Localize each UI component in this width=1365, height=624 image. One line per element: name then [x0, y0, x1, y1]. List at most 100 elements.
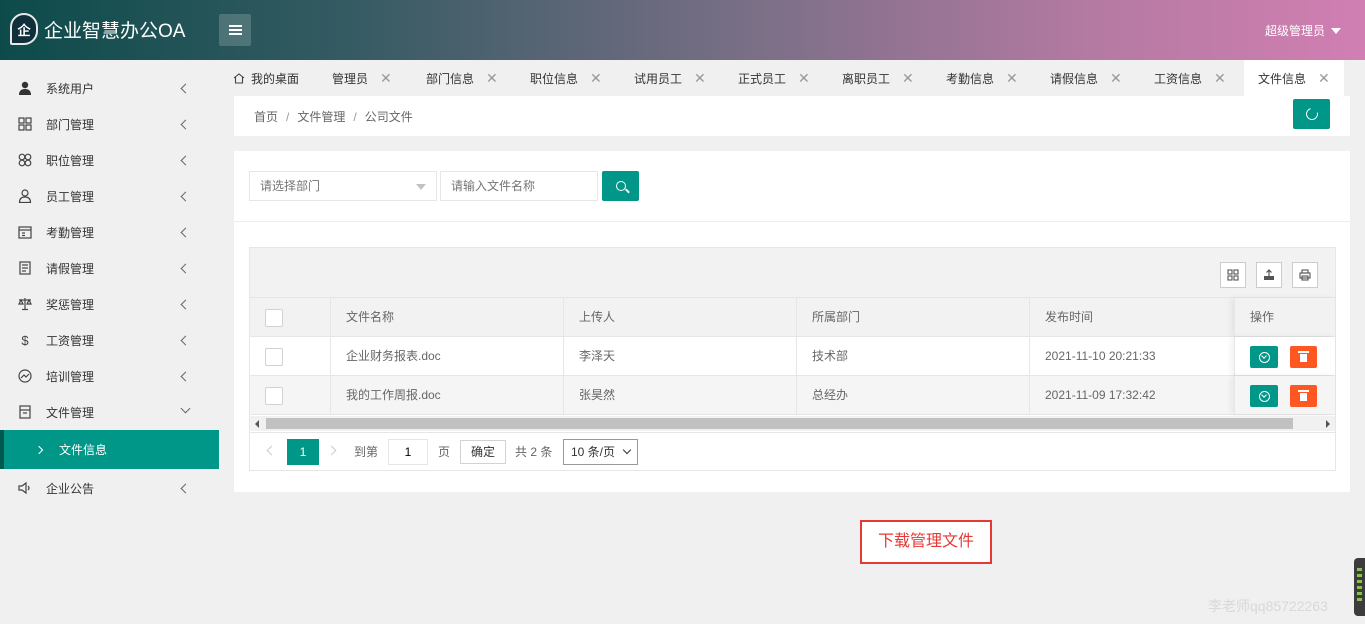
horizontal-scrollbar[interactable] — [250, 416, 1335, 431]
user-menu[interactable]: 超级管理员 — [1265, 22, 1341, 39]
goto-page-input[interactable] — [388, 439, 428, 465]
file-icon — [17, 404, 33, 420]
column-header-dept: 所属部门 — [797, 298, 1030, 336]
tab-departments[interactable]: 部门信息 ✕ — [426, 60, 498, 96]
sidebar-item-label: 工资管理 — [46, 333, 95, 348]
sidebar-item-label: 系统用户 — [46, 81, 95, 96]
scroll-left-icon[interactable] — [255, 420, 259, 428]
sidebar-item-leave[interactable]: 请假管理 — [0, 250, 219, 286]
search-icon — [615, 181, 626, 191]
breadcrumb-home[interactable]: 首页 — [254, 110, 278, 124]
sidebar-item-label: 部门管理 — [46, 117, 95, 132]
close-icon[interactable]: ✕ — [486, 70, 498, 87]
tab-label: 工资信息 — [1154, 71, 1203, 86]
columns-filter-button[interactable] — [1220, 262, 1246, 288]
trash-icon — [1298, 351, 1309, 362]
tab-probation-staff[interactable]: 试用员工 ✕ — [634, 60, 706, 96]
column-header-ops-cell: 操作 — [1234, 298, 1335, 336]
main-card: 请选择部门 文件名称 上传人 所属部门 发布时间 — [234, 151, 1350, 492]
search-button[interactable] — [602, 171, 639, 201]
tab-label: 文件信息 — [1258, 71, 1307, 86]
sidebar-subitem-file-info[interactable]: 文件信息 — [0, 430, 219, 469]
column-header-time: 发布时间 — [1045, 310, 1094, 324]
row-ops-cell — [1234, 337, 1335, 375]
close-icon[interactable]: ✕ — [1318, 70, 1330, 87]
export-button[interactable] — [1256, 262, 1282, 288]
dollar-icon: $ — [21, 332, 29, 348]
close-icon[interactable]: ✕ — [380, 70, 392, 87]
sidebar-item-label: 请假管理 — [46, 261, 95, 276]
sidebar-item-salary[interactable]: $ 工资管理 — [0, 322, 219, 358]
sidebar-item-positions[interactable]: 职位管理 — [0, 142, 219, 178]
table-row: 我的工作周报.doc 张昊然 总经办 2021-11-09 17:32:42 — [250, 376, 1335, 415]
tab-leave[interactable]: 请假信息 ✕ — [1050, 60, 1122, 96]
row-checkbox-cell — [250, 376, 331, 414]
tab-label: 离职员工 — [842, 71, 891, 86]
close-icon[interactable]: ✕ — [694, 70, 706, 87]
chevron-left-icon — [180, 227, 191, 237]
select-all-checkbox[interactable] — [265, 309, 283, 327]
row-checkbox[interactable] — [265, 387, 283, 405]
home-icon — [233, 72, 245, 84]
prev-page-icon[interactable] — [266, 445, 277, 456]
file-name-input[interactable] — [440, 171, 598, 201]
menu-toggle-button[interactable] — [219, 14, 251, 46]
row-checkbox[interactable] — [265, 348, 283, 366]
department-select[interactable]: 请选择部门 — [249, 171, 437, 201]
tab-attendance[interactable]: 考勤信息 ✕ — [946, 60, 1018, 96]
column-header-name: 文件名称 — [331, 298, 564, 336]
breadcrumb-section[interactable]: 文件管理 — [297, 110, 345, 124]
flower-icon — [17, 152, 33, 168]
close-icon[interactable]: ✕ — [798, 70, 810, 87]
column-header-ops: 操作 — [1250, 310, 1275, 324]
sidebar-item-files[interactable]: 文件管理 — [0, 394, 219, 430]
next-page-icon[interactable] — [326, 445, 337, 456]
tab-label: 管理员 — [332, 71, 369, 86]
close-icon[interactable]: ✕ — [1006, 70, 1018, 87]
tab-admins[interactable]: 管理员 ✕ — [332, 60, 392, 96]
refresh-button[interactable] — [1293, 99, 1330, 129]
user-name: 超级管理员 — [1264, 24, 1325, 38]
tab-regular-staff[interactable]: 正式员工 ✕ — [738, 60, 810, 96]
side-widget[interactable] — [1354, 558, 1365, 616]
tab-label: 我的桌面 — [251, 71, 300, 86]
scroll-right-icon[interactable] — [1326, 420, 1330, 428]
tab-my-desktop[interactable]: 我的桌面 — [233, 60, 299, 96]
print-button[interactable] — [1292, 262, 1318, 288]
tab-resigned-staff[interactable]: 离职员工 ✕ — [842, 60, 914, 96]
download-button[interactable] — [1250, 385, 1278, 407]
cell-dept: 总经办 — [797, 376, 1030, 414]
sidebar-item-employees[interactable]: 员工管理 — [0, 178, 219, 214]
caret-down-icon — [416, 184, 426, 190]
chevron-left-icon — [180, 83, 191, 93]
sidebar-item-users[interactable]: 系统用户 — [0, 70, 219, 106]
delete-button[interactable] — [1290, 346, 1317, 368]
sidebar-item-departments[interactable]: 部门管理 — [0, 106, 219, 142]
close-icon[interactable]: ✕ — [902, 70, 914, 87]
current-page[interactable]: 1 — [287, 439, 319, 465]
close-icon[interactable]: ✕ — [1110, 70, 1122, 87]
tab-file-info[interactable]: 文件信息 ✕ — [1244, 60, 1344, 96]
divider — [234, 221, 1350, 222]
scrollbar-thumb[interactable] — [266, 418, 1293, 429]
chevron-left-icon — [180, 263, 191, 273]
tab-salary[interactable]: 工资信息 ✕ — [1154, 60, 1226, 96]
sidebar-item-label: 员工管理 — [46, 189, 95, 204]
app-logo[interactable]: 企 企业智慧办公OA — [10, 13, 185, 45]
sidebar-item-announcements[interactable]: 企业公告 — [0, 470, 219, 506]
download-button[interactable] — [1250, 346, 1278, 368]
tab-label: 请假信息 — [1050, 71, 1099, 86]
sidebar-item-attendance[interactable]: 考勤管理 — [0, 214, 219, 250]
close-icon[interactable]: ✕ — [1214, 70, 1226, 87]
top-header: 企 企业智慧办公OA 超级管理员 — [0, 0, 1365, 60]
delete-button[interactable] — [1290, 385, 1317, 407]
close-icon[interactable]: ✕ — [590, 70, 602, 87]
goto-confirm-button[interactable]: 确定 — [460, 440, 506, 464]
chevron-left-icon — [180, 299, 191, 309]
person-icon — [17, 188, 33, 204]
tab-positions[interactable]: 职位信息 ✕ — [530, 60, 602, 96]
page-size-select[interactable]: 10 条/页 — [563, 439, 638, 465]
sidebar-item-training[interactable]: 培训管理 — [0, 358, 219, 394]
sidebar: 系统用户 部门管理 职位管理 员工管理 考勤管理 请假管理 奖惩管理 $ 工资管… — [0, 60, 219, 624]
sidebar-item-rewards[interactable]: 奖惩管理 — [0, 286, 219, 322]
